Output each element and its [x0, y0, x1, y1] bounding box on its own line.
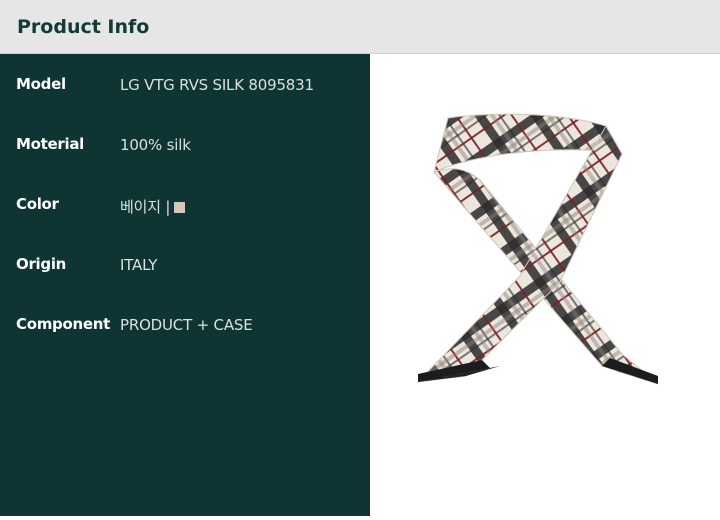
spec-label-color: Color — [16, 195, 59, 213]
scarf-product-image — [416, 113, 659, 385]
spec-label-model: Model — [16, 75, 66, 93]
spec-value-model: LG VTG RVS SILK 8095831 — [120, 76, 314, 94]
spec-row-color: Color 베이지 | — [0, 190, 370, 220]
color-swatch — [174, 202, 186, 213]
spec-label-origin: Origin — [16, 255, 67, 273]
spec-panel: Model LG VTG RVS SILK 8095831 Moterial 1… — [0, 54, 370, 516]
spec-row-material: Moterial 100% silk — [0, 130, 370, 160]
spec-row-component: Component PRODUCT + CASE — [0, 310, 370, 340]
spec-value-component: PRODUCT + CASE — [120, 316, 253, 334]
spec-label-material: Moterial — [16, 135, 84, 153]
page-title: Product Info — [17, 16, 150, 38]
spec-label-component: Component — [16, 315, 110, 333]
spec-value-material: 100% silk — [120, 136, 191, 154]
product-image-area — [370, 54, 720, 516]
color-value-text: 베이지 | — [120, 198, 171, 216]
spec-value-origin: ITALY — [120, 256, 158, 274]
spec-value-color: 베이지 | — [120, 196, 186, 217]
header-bar: Product Info — [0, 0, 720, 54]
spec-row-origin: Origin ITALY — [0, 250, 370, 280]
spec-row-model: Model LG VTG RVS SILK 8095831 — [0, 70, 370, 100]
